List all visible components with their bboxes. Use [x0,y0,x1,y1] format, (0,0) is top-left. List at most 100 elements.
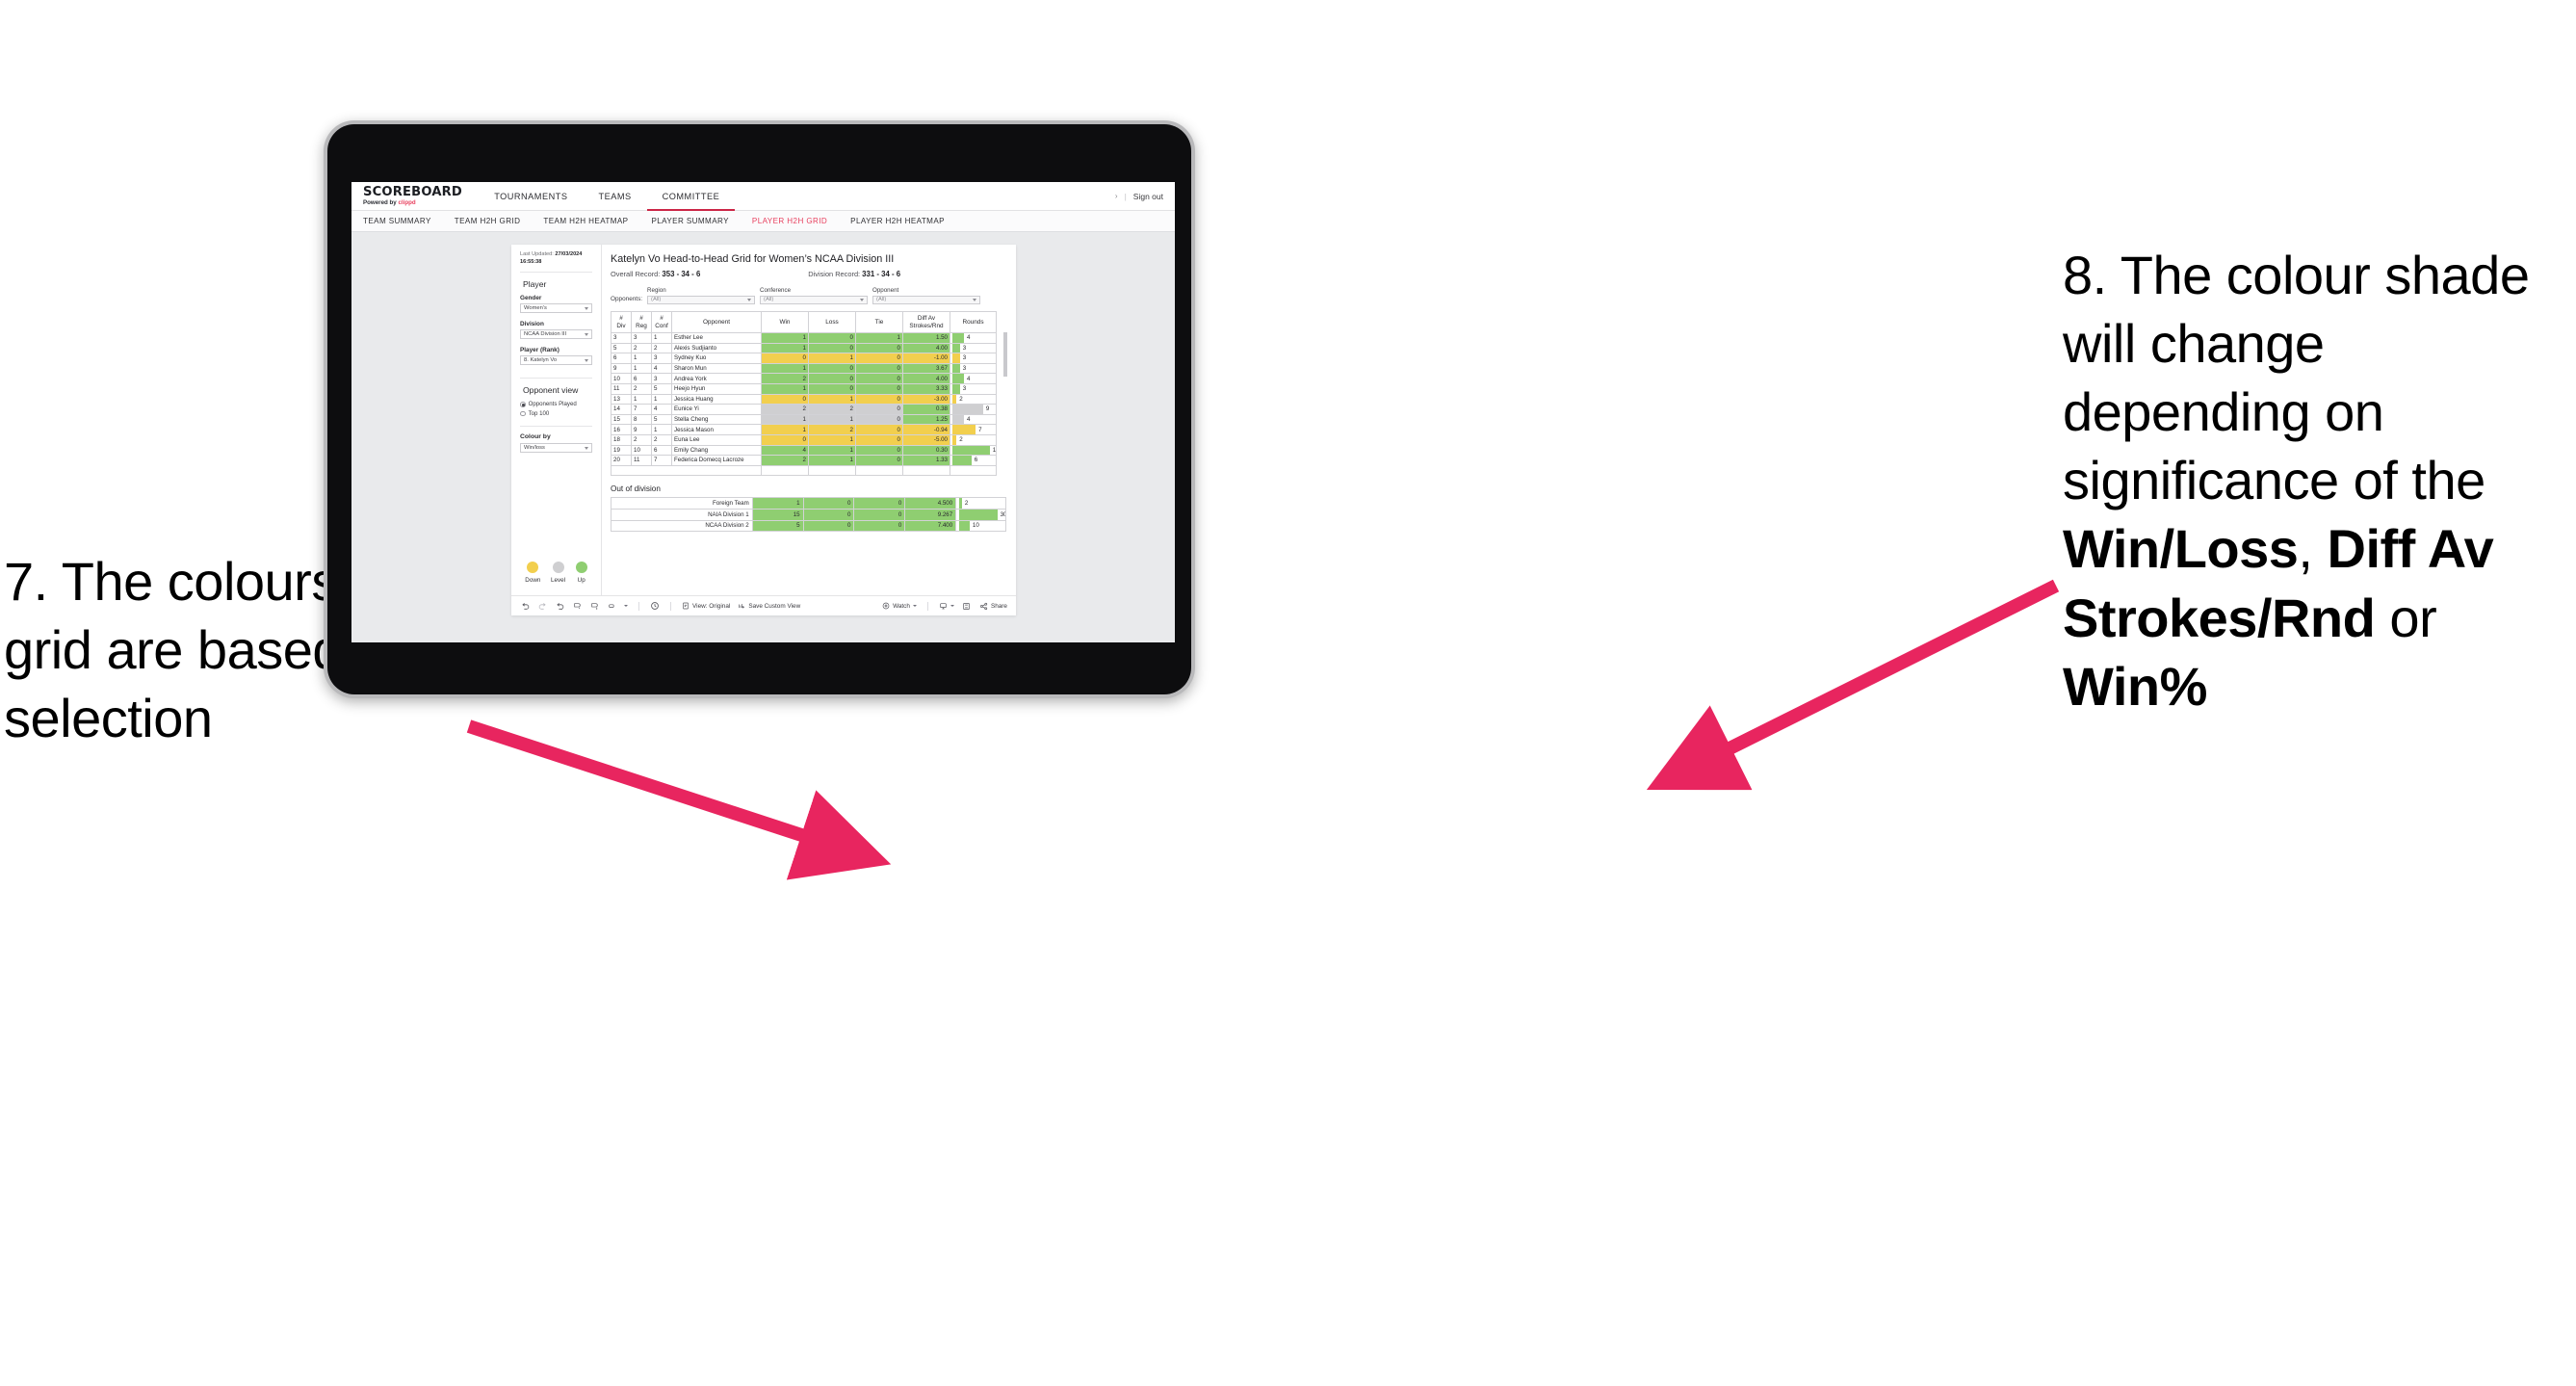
table-row[interactable]: 13 1 1 Jessica Huang 0 1 0 -3.00 2 [611,393,997,405]
app-header: SCOREBOARD Powered by clippd TOURNAMENTS… [351,182,1175,211]
table-row[interactable]: 9 1 4 Sharon Mun 1 0 0 3.67 3 [611,362,997,375]
radio-top-100[interactable]: Top 100 [520,410,592,417]
player-rank-label: Player (Rank) [520,347,559,354]
cell-conf: 1 [651,393,672,405]
revert-icon[interactable] [555,601,564,611]
cell-opponent: Jessica Mason [671,424,762,435]
ood-cell-win: 15 [751,508,804,521]
share-label: Share [990,602,1007,610]
radio-opponents-played-label: Opponents Played [528,401,577,408]
radio-off-icon [520,410,526,417]
cell-reg: 9 [631,424,652,435]
region-label: Region [647,287,666,294]
cell-diff: -5.00 [902,433,950,446]
chevron-down-icon[interactable] [624,605,628,607]
gender-select[interactable]: Women’s [520,303,592,314]
legend-label-up: Up [577,577,585,584]
subnav-item-team-h2h-grid[interactable]: TEAM H2H GRID [455,217,534,225]
cell-diff: -1.00 [902,353,950,364]
cell-loss: 1 [808,433,856,446]
table-row[interactable]: 6 1 3 Sydney Kuo 0 1 0 -1.00 3 [611,353,997,364]
table-row[interactable]: 10 6 3 Andrea York 2 0 0 4.00 4 [611,373,997,384]
redo-icon[interactable] [537,601,547,611]
cell-opponent: Esther Lee [671,332,762,344]
out-of-division-table: Foreign Team 1 0 0 4.500 2 NAIA Division 1 15 0 0… [611,497,1006,533]
player-rank-select[interactable]: 8. Katelyn Vo [520,355,592,366]
list-item[interactable]: NCAA Division 2 5 0 0 7.400 10 [611,519,1006,533]
colour-by-select[interactable]: Win/loss [520,443,592,454]
table-row[interactable]: 15 8 5 Stella Cheng 1 1 0 1.25 4 [611,413,997,426]
refresh-icon[interactable] [572,601,582,611]
opponent-select[interactable]: (All) [872,295,981,304]
sign-out-link[interactable]: Sign out [1133,192,1163,201]
download-button[interactable] [939,602,954,611]
grid-vertical-scrollbar[interactable] [1003,332,1007,377]
watch-button[interactable]: Watch [882,602,917,610]
cell-div: 14 [611,404,632,415]
conference-select[interactable]: (All) [760,295,869,304]
col-win: Win [761,311,809,333]
division-record-value: 331 - 34 - 6 [862,270,901,278]
cell-opponent: Jessica Huang [671,393,762,405]
ood-cell-win: 5 [751,519,804,533]
table-row[interactable]: 5 2 2 Alexis Sudjianto 1 0 0 4.00 3 [611,342,997,354]
cell-diff: -3.00 [902,393,950,405]
cell-reg: 11 [631,455,652,466]
cell-tie: 1 [855,332,903,344]
brand-logo[interactable]: SCOREBOARD Powered by clippd [351,182,479,210]
cell-reg: 10 [631,444,652,457]
chevron-right-icon[interactable]: › [1115,192,1118,200]
cell-rounds: 11 [950,444,997,457]
cell-loss: 2 [808,404,856,415]
cell-div: 19 [611,444,632,457]
cell-win: 2 [761,373,809,384]
subnav-item-player-summary[interactable]: PLAYER SUMMARY [651,217,742,225]
table-row[interactable]: 18 2 2 Euna Lee 0 1 0 -5.00 2 [611,433,997,446]
table-row[interactable]: 19106Emily Chang4100.3011 [611,444,997,457]
cell-conf: 5 [651,413,672,426]
conference-value: (All) [764,297,774,303]
topnav-item-committee[interactable]: COMMITTEE [646,183,736,211]
col-loss: Loss [808,311,856,333]
cell-reg: 2 [631,382,652,395]
cell-reg: 6 [631,373,652,384]
cell-reg: 1 [631,393,652,405]
undo-icon[interactable] [520,601,530,611]
cell-div: 5 [611,342,632,354]
list-item[interactable]: NAIA Division 115009.26730 [611,508,1006,521]
list-item[interactable]: Foreign Team 1 0 0 4.500 2 [611,497,1006,510]
cell-div: 20 [611,455,632,466]
cell-rounds: 2 [950,433,997,446]
save-custom-view-button[interactable]: Save Custom View [738,602,800,610]
table-row[interactable]: 20 11 7 Federica Domecq Lacroze 2 1 0 1.33 6 [611,455,997,466]
table-row[interactable]: 3 3 1 Esther Lee 1 0 1 1.50 4 [611,332,997,344]
view-original-label: View: Original [692,602,731,610]
overall-record-value: 353 - 34 - 6 [662,270,701,278]
share-button[interactable]: Share [979,602,1007,611]
opponent-label: Opponent [872,287,899,294]
table-row[interactable]: 11 2 5 Heejo Hyun 1 0 0 3.33 3 [611,382,997,395]
topnav-item-teams[interactable]: TEAMS [583,183,646,211]
table-row[interactable]: 14 7 4 Eunice Yi 2 2 0 0.38 9 [611,404,997,415]
fullscreen-icon[interactable] [962,601,972,611]
topnav-item-tournaments[interactable]: TOURNAMENTS [479,183,583,211]
h2h-grid-wrapper: # Div # Reg # Conf Opponent Win Loss Tie Di… [611,311,1007,477]
pause-refresh-icon[interactable] [589,601,599,611]
region-select[interactable]: (All) [647,295,756,304]
radio-opponents-played[interactable]: Opponents Played [520,401,592,407]
cell-conf: 4 [651,362,672,375]
subnav-item-team-h2h-heatmap[interactable]: TEAM H2H HEATMAP [543,217,641,225]
cell-div: 9 [611,362,632,375]
history-icon[interactable] [650,601,660,611]
viz-main: Katelyn Vo Head-to-Head Grid for Women’s… [602,245,1016,595]
pause-icon[interactable] [607,601,616,611]
division-select[interactable]: NCAA Division III [520,329,592,340]
brand-subtitle: Powered by clippd [363,200,465,206]
subnav-item-player-h2h-heatmap[interactable]: PLAYER H2H HEATMAP [850,217,958,225]
table-row[interactable]: 16 9 1 Jessica Mason 1 2 0 -0.94 7 [611,424,997,435]
view-original-button[interactable]: View: Original [682,602,730,610]
subnav-item-team-summary[interactable]: TEAM SUMMARY [363,217,445,225]
subnav-item-player-h2h-grid[interactable]: PLAYER H2H GRID [752,217,841,225]
chevron-down-icon [973,298,977,301]
tablet-device: SCOREBOARD Powered by clippd TOURNAMENTS… [324,120,1195,698]
